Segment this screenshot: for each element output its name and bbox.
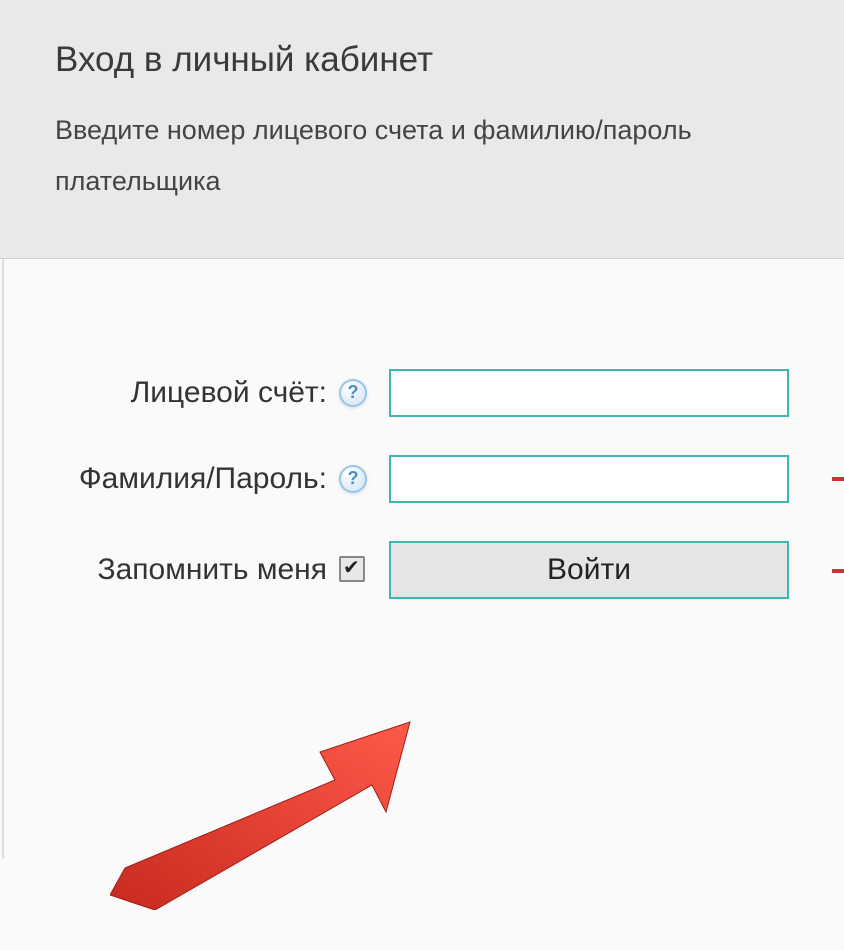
help-icon[interactable]: ? [339,379,367,407]
help-icon[interactable]: ? [339,465,367,493]
login-form: Лицевой счёт: ? Фамилия/Пароль: ? Запомн… [2,259,844,859]
edge-marker-icon [832,569,844,573]
checkbox-wrapper [339,556,367,584]
account-row: Лицевой счёт: ? [4,369,844,417]
header-section: Вход в личный кабинет Введите номер лице… [0,0,844,259]
password-row: Фамилия/Пароль: ? [4,455,844,503]
page-title: Вход в личный кабинет [55,40,789,80]
account-input[interactable] [389,369,789,417]
login-button[interactable]: Войти [389,541,789,599]
password-label: Фамилия/Пароль: [4,462,339,496]
password-input[interactable] [389,455,789,503]
remember-row: Запомнить меня Войти [4,541,844,599]
page-subtitle: Введите номер лицевого счета и фамилию/п… [55,105,789,208]
remember-checkbox[interactable] [339,556,365,582]
edge-marker-icon [832,477,844,481]
remember-label: Запомнить меня [4,553,339,587]
account-label: Лицевой счёт: [4,376,339,410]
